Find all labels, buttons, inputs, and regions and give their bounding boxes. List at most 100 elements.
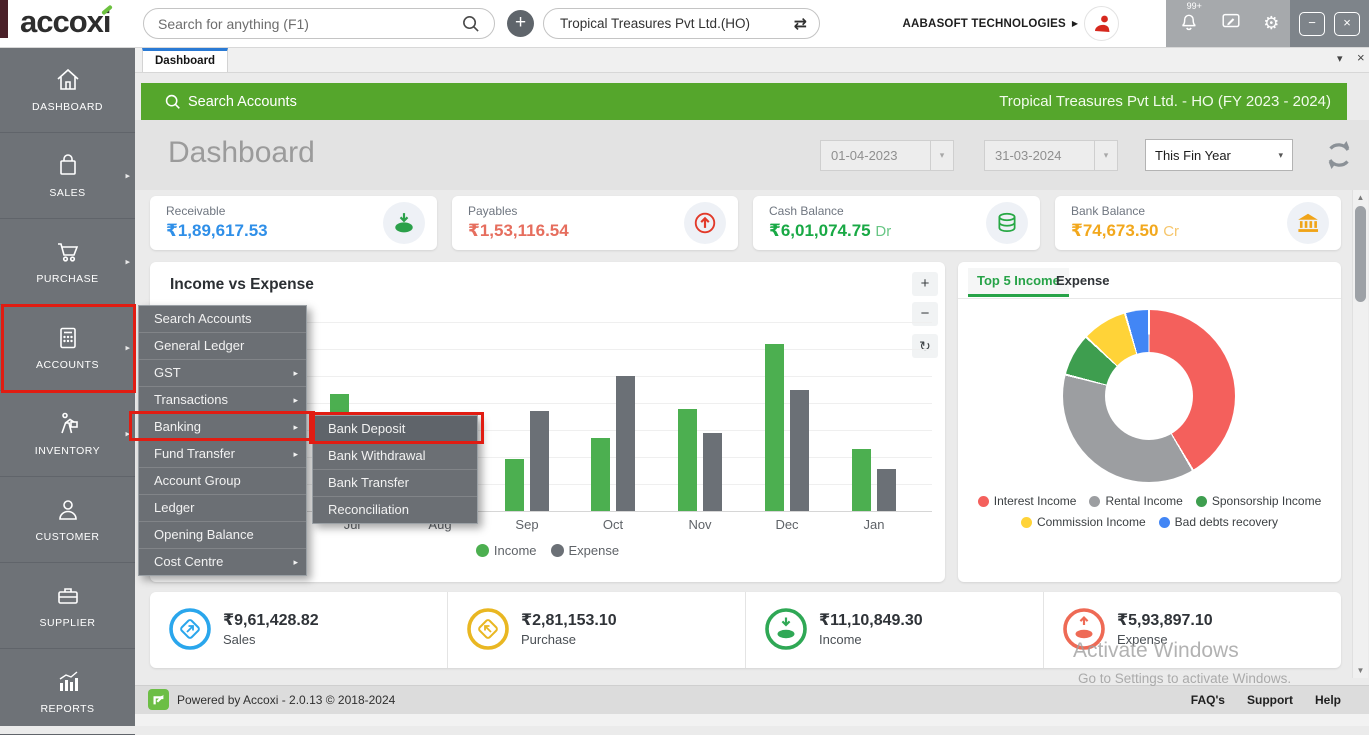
global-search-input[interactable]: Search for anything (F1) xyxy=(143,8,495,39)
coin-stack-icon xyxy=(998,212,1016,233)
chevron-down-icon[interactable]: ▾ xyxy=(1094,141,1117,170)
page-title: Dashboard xyxy=(168,136,315,169)
menu-item-general-ledger[interactable]: General Ledger xyxy=(139,333,306,360)
company-selector[interactable]: Tropical Treasures Pvt Ltd.(HO) ⇄ xyxy=(543,8,820,39)
menu-item-search-accounts[interactable]: Search Accounts xyxy=(139,306,306,333)
tab-top5-income[interactable]: Top 5 Income xyxy=(968,268,1069,297)
menu-item-account-group[interactable]: Account Group xyxy=(139,468,306,495)
legend-dot xyxy=(1195,495,1207,507)
notifications-bell-icon[interactable]: 99+ xyxy=(1177,1,1202,37)
accounts-search-bar: Search Accounts Tropical Treasures Pvt L… xyxy=(141,83,1347,120)
scroll-up-icon[interactable]: ▲ xyxy=(1353,193,1368,202)
messages-icon[interactable] xyxy=(1220,10,1242,37)
coin-arrow-down-icon xyxy=(765,608,807,650)
scroll-down-icon[interactable]: ▼ xyxy=(1353,666,1368,675)
refresh-icon xyxy=(1328,141,1350,169)
search-icon xyxy=(165,94,180,109)
legend-dot xyxy=(475,544,489,557)
sidebar-item-purchase[interactable]: PURCHASE ▸ xyxy=(0,219,135,305)
submenu-item-bank-transfer[interactable]: Bank Transfer xyxy=(313,470,477,497)
menu-item-ledger[interactable]: Ledger xyxy=(139,495,306,522)
bar-expense-nov xyxy=(703,433,722,511)
chevron-down-icon: ▾ xyxy=(1278,149,1283,160)
menu-item-transactions[interactable]: Transactions ▸ xyxy=(139,387,306,414)
receivable-card[interactable]: Receivable ₹1,89,617.53 xyxy=(150,196,437,250)
settings-gear-icon[interactable]: ⚙ xyxy=(1263,13,1279,34)
card-title: Receivable xyxy=(166,204,226,218)
inventory-trolley-icon xyxy=(60,412,78,434)
submenu-item-bank-deposit[interactable]: Bank Deposit xyxy=(313,416,477,443)
stat-value: ₹5,93,897.10 xyxy=(1117,612,1213,629)
date-from-input[interactable]: 01-04-2023 ▾ xyxy=(820,140,954,171)
bar-expense-oct xyxy=(616,376,635,511)
payables-card[interactable]: Payables ₹1,53,116.54 xyxy=(452,196,738,250)
bar-income-nov xyxy=(678,409,697,511)
submenu-item-reconciliation[interactable]: Reconciliation xyxy=(313,497,477,523)
bank-balance-card[interactable]: Bank Balance ₹74,673.50 Cr xyxy=(1055,196,1341,250)
account-name: AABASOFT TECHNOLOGIES xyxy=(902,17,1066,30)
purchase-total[interactable]: ₹2,81,153.10 Purchase xyxy=(447,592,745,668)
sidebar-item-customer[interactable]: CUSTOMER xyxy=(0,477,135,563)
menu-item-banking[interactable]: Banking ▸ xyxy=(139,414,306,441)
banking-submenu: Bank Deposit Bank Withdrawal Bank Transf… xyxy=(312,415,478,524)
briefcase-icon xyxy=(57,588,78,604)
quick-add-button[interactable]: + xyxy=(507,10,534,37)
tab-dashboard[interactable]: Dashboard xyxy=(142,48,229,72)
cash-balance-card[interactable]: Cash Balance ₹6,01,074.75 Dr xyxy=(753,196,1040,250)
income-total[interactable]: ₹11,10,849.30 Income xyxy=(745,592,1043,668)
search-accounts-button[interactable]: Search Accounts xyxy=(164,93,297,110)
x-tick-dec: Dec xyxy=(775,517,799,532)
sidebar-item-reports[interactable]: REPORTS xyxy=(0,649,135,735)
support-link[interactable]: Support xyxy=(1247,693,1293,707)
x-tick-sep: Sep xyxy=(515,517,539,532)
accoxi-footer-logo xyxy=(148,689,169,710)
bar-expense-dec xyxy=(790,390,809,511)
date-to-input[interactable]: 31-03-2024 ▾ xyxy=(984,140,1118,171)
menu-item-gst[interactable]: GST ▸ xyxy=(139,360,306,387)
card-title: Payables xyxy=(468,204,518,218)
stat-value: ₹9,61,428.82 xyxy=(223,612,319,629)
sidebar-item-inventory[interactable]: INVENTORY ▸ xyxy=(0,391,135,477)
minimize-button[interactable]: − xyxy=(1299,11,1325,36)
top-bar: accoxi Search for anything (F1) + Tropic… xyxy=(0,0,1369,48)
search-icon[interactable] xyxy=(461,14,480,33)
notification-badge: 99+ xyxy=(1186,1,1202,11)
cart-icon xyxy=(57,243,78,262)
diamond-arrow-icon xyxy=(169,608,211,650)
coin-arrow-down-icon xyxy=(395,213,413,233)
sidebar-item-dashboard[interactable]: DASHBOARD xyxy=(0,47,135,133)
scrollbar-thumb[interactable] xyxy=(1355,206,1366,302)
donut-legend-rental-income: Rental Income xyxy=(1089,494,1183,508)
tab-close-icon[interactable]: × xyxy=(1357,50,1365,65)
vertical-scrollbar[interactable]: ▲ ▼ xyxy=(1352,190,1368,678)
chevron-down-icon[interactable]: ▾ xyxy=(930,141,953,170)
refresh-dashboard-button[interactable] xyxy=(1321,137,1357,173)
close-button[interactable]: × xyxy=(1334,11,1360,36)
tab-list-dropdown-icon[interactable]: ▾ xyxy=(1337,52,1343,65)
window-edge-strip xyxy=(0,0,8,38)
fin-year-select[interactable]: This Fin Year ▾ xyxy=(1145,139,1293,171)
x-tick-nov: Nov xyxy=(688,517,712,532)
calculator-icon xyxy=(59,327,76,349)
submenu-arrow-icon: ▸ xyxy=(125,256,130,266)
sidebar-item-accounts[interactable]: ACCOUNTS ▸ xyxy=(0,305,135,391)
help-link[interactable]: Help xyxy=(1315,693,1341,707)
legend-dot xyxy=(1089,495,1101,507)
avatar[interactable] xyxy=(1084,6,1119,41)
dr-cr-suffix: Cr xyxy=(1163,223,1180,240)
account-menu[interactable]: AABASOFT TECHNOLOGIES ▶ xyxy=(903,0,1119,47)
stat-label: Purchase xyxy=(521,632,576,647)
faqs-link[interactable]: FAQ's xyxy=(1191,693,1225,707)
home-icon xyxy=(56,68,79,90)
switch-company-icon[interactable]: ⇄ xyxy=(794,14,807,34)
menu-item-cost-centre[interactable]: Cost Centre ▸ xyxy=(139,549,306,575)
menu-item-opening-balance[interactable]: Opening Balance xyxy=(139,522,306,549)
sales-total[interactable]: ₹9,61,428.82 Sales xyxy=(150,592,447,668)
menu-item-fund-transfer[interactable]: Fund Transfer ▸ xyxy=(139,441,306,468)
bar-income-sep xyxy=(505,459,524,511)
bar-expense-sep xyxy=(530,411,549,511)
submenu-item-bank-withdrawal[interactable]: Bank Withdrawal xyxy=(313,443,477,470)
tab-expense[interactable]: Expense xyxy=(1056,268,1109,294)
sidebar-item-supplier[interactable]: SUPPLIER xyxy=(0,563,135,649)
sidebar-item-sales[interactable]: SALES ▸ xyxy=(0,133,135,219)
